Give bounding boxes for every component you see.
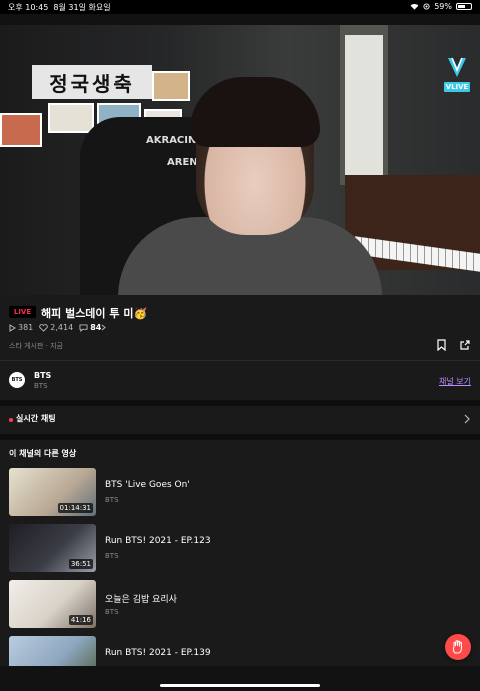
live-dot-icon [9,418,13,422]
heart-icon [39,323,49,332]
bookmark-icon[interactable] [436,339,447,351]
video-channel: BTS [105,608,119,616]
vlive-logo: VLIVE [442,55,472,95]
hand-gesture-button[interactable] [445,634,471,660]
video-meta: 스타 게시판 · 지금 [9,342,63,350]
person-hair [190,77,320,147]
channel-row[interactable]: BTS BTS BTS 채널 보기 [0,360,480,400]
view-count: 381 [18,323,34,332]
video-thumbnail[interactable]: 41:16 [9,580,96,628]
like-count: 2,414 [50,323,74,332]
chevron-right-icon [102,324,107,331]
hand-icon [452,640,462,654]
video-title: 오늘은 김밥 요리사 [105,595,177,605]
channel-name: BTS [34,371,52,380]
video-list-item[interactable]: 01:14:31 BTS 'Live Goes On' BTS [9,468,469,518]
like-button[interactable]: 2,414 [39,323,73,332]
video-duration: 01:14:31 [57,503,93,513]
home-bar-area [0,666,480,691]
comments-button[interactable]: 84 [79,323,108,332]
video-list-item[interactable]: Run BTS! 2021 - EP.139 [9,636,469,666]
video-title: 해피 벌스데이 투 미🥳 [41,307,148,320]
live-chat-row[interactable]: 실시간 채팅 [0,400,480,434]
video-list-item[interactable]: 41:16 오늘은 김밥 요리사 BTS [9,580,469,630]
channel-avatar[interactable]: BTS [9,372,25,388]
wall-sign: 정국생축 [32,65,152,99]
video-title: BTS 'Live Goes On' [105,480,190,490]
comment-icon [79,323,88,332]
battery-percent: 59% [434,2,452,11]
video-stats: 381 2,414 84 [9,323,114,332]
video-title: Run BTS! 2021 - EP.123 [105,536,211,546]
video-thumbnail[interactable]: 36:51 [9,524,96,572]
wall-photo [0,113,42,147]
wifi-icon [410,4,419,10]
home-indicator[interactable] [160,684,320,687]
other-videos-section: 이 채널의 다른 영상 01:14:31 BTS 'Live Goes On' … [0,434,480,666]
live-chat-label: 실시간 채팅 [16,414,56,423]
video-list-item[interactable]: 36:51 Run BTS! 2021 - EP.123 BTS [9,524,469,574]
vlive-v-icon [448,57,466,77]
other-videos-heading: 이 채널의 다른 영상 [9,449,77,458]
wall-photo [48,103,94,133]
battery-icon [456,3,472,10]
video-info: LIVE 해피 벌스데이 투 미🥳 381 2,414 84 스타 게시판 · … [0,295,480,360]
play-icon [9,323,16,332]
video-player[interactable]: 정국생축 AKRACING ARENA VLIVE [0,25,480,295]
status-date: 8월 31일 화요일 [53,3,111,12]
share-icon[interactable] [459,339,471,351]
live-badge: LIVE [9,306,36,318]
view-channel-link[interactable]: 채널 보기 [439,376,471,387]
video-thumbnail[interactable]: 01:14:31 [9,468,96,516]
video-thumbnail[interactable] [9,636,96,666]
status-bar: 오후 10:45 8월 31일 화요일 59% [0,0,480,14]
video-channel: BTS [105,496,119,504]
door-panel [345,35,383,175]
vlive-text: VLIVE [443,82,471,92]
video-channel: BTS [105,552,119,560]
status-time: 오후 10:45 [8,3,49,12]
channel-subtitle: BTS [34,382,48,390]
location-icon [423,3,430,10]
comment-count: 84 [90,323,102,332]
video-title: Run BTS! 2021 - EP.139 [105,648,211,658]
video-duration: 36:51 [68,559,93,569]
chevron-right-icon [464,414,470,424]
wall-photo [152,71,190,101]
video-duration: 41:16 [68,615,93,625]
